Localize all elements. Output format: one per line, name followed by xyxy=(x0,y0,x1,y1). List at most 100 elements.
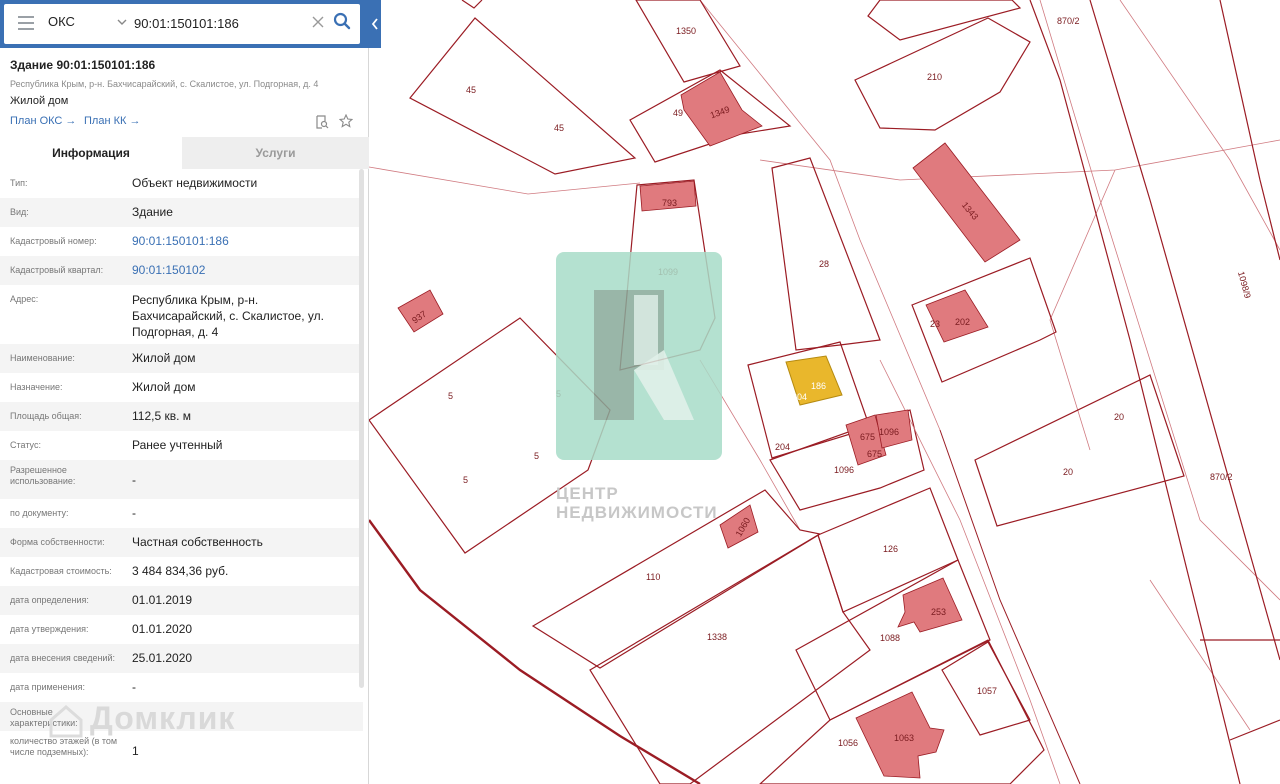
parcel-outline xyxy=(1229,719,1280,741)
zone-boundary xyxy=(1149,579,1251,731)
info-row-value: - xyxy=(132,506,136,520)
info-row-value: Республика Крым, р-н. Бахчисарайский, с.… xyxy=(132,293,324,339)
domklik-watermark: Домклик xyxy=(48,700,235,739)
info-row-value: Жилой дом xyxy=(132,351,196,365)
info-row-value: Жилой дом xyxy=(132,380,196,394)
parcel-label: 253 xyxy=(931,607,946,617)
tab-bar: Информация Услуги xyxy=(0,137,369,169)
close-icon[interactable] xyxy=(312,16,324,28)
parcel-label: 1338 xyxy=(707,632,727,642)
info-row-key: количество этажей (в том числе подземных… xyxy=(10,736,118,757)
info-row-link[interactable]: 90:01:150102 xyxy=(132,262,354,278)
parcel-label: 110 xyxy=(646,572,660,582)
zone-boundary xyxy=(1039,0,1280,601)
info-row-value: Объект недвижимости xyxy=(132,176,258,190)
parcel-label: 870/2 xyxy=(1057,16,1080,26)
info-row: Форма собственности: Частная собственност… xyxy=(0,528,363,557)
info-row-key: Назначение: xyxy=(10,382,63,392)
rk-watermark-logo xyxy=(556,252,722,460)
parcel-label: 20 xyxy=(1114,412,1124,422)
plan-oks-link[interactable]: План ОКС → xyxy=(10,115,76,127)
object-type-select[interactable]: ОКС xyxy=(48,14,75,29)
info-row-value: Здание xyxy=(132,205,173,219)
parcel-outline xyxy=(409,17,637,175)
road-line xyxy=(939,429,1081,784)
info-row: Адрес: Республика Крым, р-н. Бахчисарайск… xyxy=(0,285,363,344)
info-row-key: дата внесения сведений: xyxy=(10,653,115,663)
object-name: Жилой дом xyxy=(10,95,69,107)
parcel-outline xyxy=(771,157,881,351)
zone-boundary xyxy=(368,166,641,195)
info-row: Наименование: Жилой дом xyxy=(0,344,363,373)
parcel-label: 5 xyxy=(534,451,539,461)
parcel-label: 5 xyxy=(463,475,468,485)
parcel-label: 45 xyxy=(466,85,476,95)
info-row-value: 3 484 834,36 руб. xyxy=(132,564,229,578)
parcel-label: 23 xyxy=(930,319,940,329)
parcel-label: 675 xyxy=(860,432,875,442)
parcel-outline xyxy=(867,0,1022,41)
parcel-label: 1057 xyxy=(977,686,997,696)
info-row-value: - xyxy=(132,680,136,694)
info-table: Тип: Объект недвижимости Вид: Здание Кадастр… xyxy=(0,169,363,770)
plan-kk-link[interactable]: План КК → xyxy=(84,115,140,127)
parcel-label: 202 xyxy=(955,317,970,327)
star-icon[interactable] xyxy=(339,114,353,128)
info-row-value: 1 xyxy=(132,744,139,758)
info-row-value: 01.01.2019 xyxy=(132,593,193,607)
info-row: Тип: Объект недвижимости xyxy=(0,169,363,198)
info-row: Вид: Здание xyxy=(0,198,363,227)
tab-services[interactable]: Услуги xyxy=(182,137,369,169)
info-row: Статус: Ранее учтенный xyxy=(0,431,363,460)
search-input[interactable] xyxy=(134,12,314,34)
info-row-key: дата определения: xyxy=(10,595,89,605)
info-row-key: Площадь общая: xyxy=(10,411,82,421)
info-row-key: Кадастровый квартал: xyxy=(10,265,104,275)
info-row: по документу: - xyxy=(0,499,363,528)
info-row-value: Частная собственность xyxy=(132,535,263,549)
info-row-key: Статус: xyxy=(10,440,41,450)
parcel-label: 28 xyxy=(819,259,829,269)
search-icon[interactable] xyxy=(333,12,351,30)
report-search-icon[interactable] xyxy=(315,115,329,129)
info-row: Разрешенное использование: - xyxy=(0,460,363,499)
info-row-key: Кадастровый номер: xyxy=(10,236,97,246)
parcel-label: 210 xyxy=(927,72,942,82)
object-address: Республика Крым, р-н. Бахчисарайский, с.… xyxy=(10,79,319,89)
rk-logo-icon xyxy=(594,290,694,420)
parcel-label: 45 xyxy=(554,123,564,133)
watermark-line: ЦЕНТР xyxy=(556,484,619,503)
info-panel: ОКС Здание 90:01:150101:186 Республика К… xyxy=(0,0,369,784)
parcel-outline xyxy=(635,0,741,83)
info-row-key: Тип: xyxy=(10,178,28,188)
info-row-value: Ранее учтенный xyxy=(132,438,223,452)
info-row-key: Кадастровая стоимость: xyxy=(10,566,112,576)
info-row-key: Адрес: xyxy=(10,294,39,304)
parcel-label: 1056 xyxy=(838,738,858,748)
info-row-link[interactable]: 90:01:150101:186 xyxy=(132,233,354,249)
info-row-value: 01.01.2020 xyxy=(132,622,193,636)
parcel-label: 1088 xyxy=(880,633,900,643)
parcel-label: 1350 xyxy=(676,26,696,36)
info-row-key: дата утверждения: xyxy=(10,624,89,634)
main-boundary xyxy=(368,519,701,784)
parcel-outline xyxy=(461,0,483,9)
chevron-down-icon[interactable] xyxy=(117,17,127,27)
info-row: Кадастровая стоимость: 3 484 834,36 руб. xyxy=(0,557,363,586)
info-row-key: Форма собственности: xyxy=(10,537,105,547)
scrollbar-thumb[interactable] xyxy=(359,169,364,688)
parcel-label: 5 xyxy=(448,391,453,401)
watermark-line: НЕДВИЖИМОСТИ xyxy=(556,503,718,522)
parcel-label: 204 xyxy=(792,392,807,402)
building xyxy=(925,289,989,343)
parcel-outline xyxy=(1219,0,1280,261)
parcel-label: 126 xyxy=(883,544,898,554)
info-row-key: по документу: xyxy=(10,508,69,518)
parcel-label: 20 xyxy=(1063,467,1073,477)
parcel-outline xyxy=(1029,0,1241,784)
menu-icon[interactable] xyxy=(18,16,34,30)
collapse-panel-button[interactable] xyxy=(369,0,381,48)
tab-information[interactable]: Информация xyxy=(0,137,182,169)
info-row: дата внесения сведений: 25.01.2020 xyxy=(0,644,363,673)
domklik-text: Домклик xyxy=(90,700,236,736)
